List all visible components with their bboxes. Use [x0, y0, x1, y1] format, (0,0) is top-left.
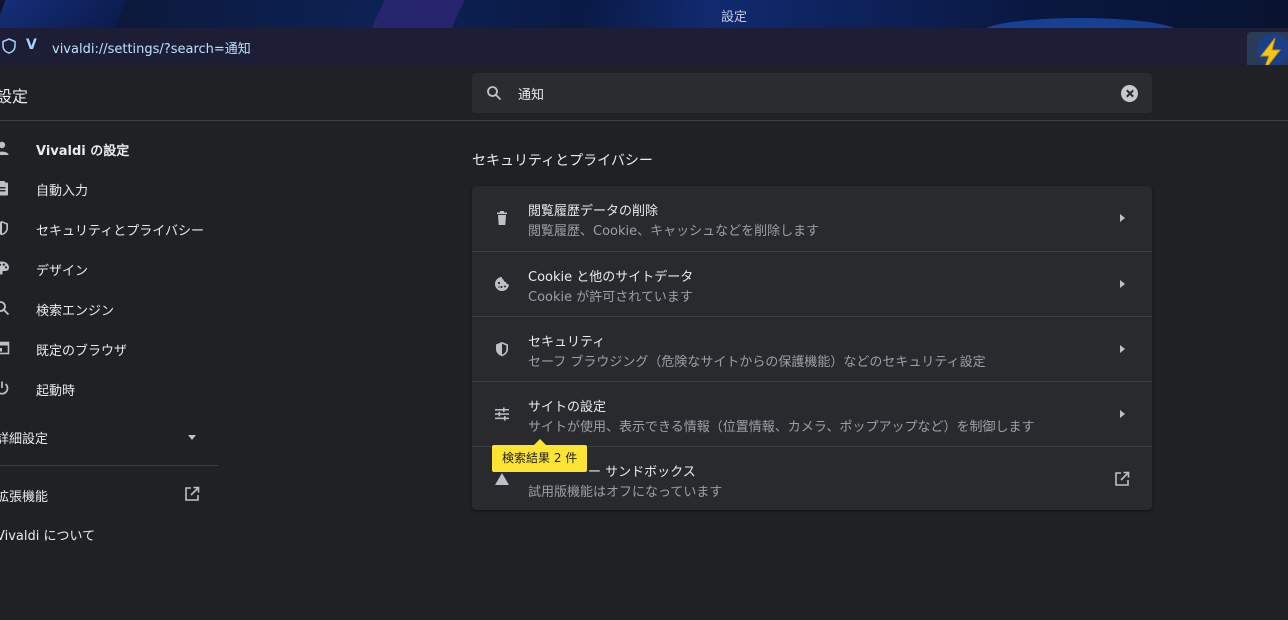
row-subtitle: サイトが使用、表示できる情報（位置情報、カメラ、ポップアップなど）を制御します	[528, 420, 1035, 435]
sidebar-item-vivaldi-settings[interactable]: Vivaldi の設定	[0, 128, 218, 168]
shield-icon	[0, 221, 8, 236]
window-title-bar: 設定	[0, 0, 1288, 28]
sidebar-item-about[interactable]: Vivaldi について	[0, 525, 95, 544]
search-results-tooltip: 検索結果 2 件	[492, 439, 588, 472]
row-title: Cookie と他のサイトデータ	[528, 270, 694, 285]
triangle-icon	[495, 473, 509, 485]
section-title: セキュリティとプライバシー	[472, 153, 653, 169]
chevron-right-icon	[1120, 214, 1125, 222]
palette-icon	[0, 261, 9, 275]
settings-sidebar: Vivaldi の設定 自動入力 セキュリティとプライバシー デザイン 検索エン…	[0, 122, 220, 620]
row-subtitle: Cookie が許可されています	[528, 290, 693, 305]
search-icon	[487, 86, 502, 101]
sidebar-item-startup[interactable]: 起動時	[0, 368, 218, 408]
site-shield-icon[interactable]	[2, 38, 16, 54]
search-input[interactable]	[518, 81, 1098, 105]
sidebar-item-label: Vivaldi の設定	[36, 144, 130, 159]
address-bar: V vivaldi://settings/?search=通知	[0, 28, 1288, 84]
sidebar-advanced-toggle[interactable]: 詳細設定	[0, 428, 48, 447]
sidebar-item-search-engine[interactable]: 検索エンジン	[0, 288, 218, 328]
settings-header: 設定	[0, 65, 1288, 121]
row-subtitle: 試用版機能はオフになっています	[528, 485, 723, 500]
sliders-icon	[495, 407, 509, 421]
sidebar-item-extensions[interactable]: 拡張機能	[0, 486, 48, 505]
vivaldi-logo-icon: V	[26, 37, 37, 53]
sidebar-divider	[0, 465, 218, 466]
page-title: 設定	[0, 87, 29, 106]
sidebar-item-autofill[interactable]: 自動入力	[0, 168, 218, 208]
open-in-new-icon[interactable]	[184, 486, 200, 502]
sidebar-item-default-browser[interactable]: 既定のブラウザ	[0, 328, 218, 368]
chevron-right-icon	[1120, 345, 1125, 353]
cookie-icon	[495, 277, 509, 291]
sidebar-item-design[interactable]: デザイン	[0, 248, 218, 288]
row-title: 閲覧履歴データの削除	[528, 204, 659, 219]
row-security[interactable]: セキュリティ セーフ ブラウジング（危険なサイトからの保護機能）などのセキュリテ…	[472, 316, 1152, 381]
row-cookies[interactable]: Cookie と他のサイトデータ Cookie が許可されています	[472, 251, 1152, 316]
sidebar-item-label: デザイン	[36, 264, 89, 279]
row-title: ー サンドボックス	[588, 465, 696, 480]
sidebar-item-label: 自動入力	[36, 184, 89, 199]
row-title: セキュリティ	[528, 335, 606, 350]
shield-icon	[496, 342, 508, 357]
person-icon	[0, 141, 9, 155]
settings-search-box[interactable]	[472, 73, 1152, 113]
url-field[interactable]: vivaldi://settings/?search=通知	[52, 38, 251, 57]
window-title: 設定	[720, 10, 747, 25]
row-subtitle: セーフ ブラウジング（危険なサイトからの保護機能）などのセキュリティ設定	[528, 355, 986, 370]
row-title: サイトの設定	[528, 400, 607, 415]
sidebar-item-label: 検索エンジン	[36, 304, 115, 319]
power-icon	[0, 381, 9, 395]
sidebar-item-label: 既定のブラウザ	[36, 344, 128, 359]
browser-window-icon	[0, 341, 10, 355]
search-icon	[0, 301, 10, 316]
chevron-right-icon	[1120, 280, 1125, 288]
chevron-down-icon[interactable]	[188, 435, 196, 440]
trash-icon	[497, 211, 507, 225]
row-subtitle: 閲覧履歴、Cookie、キャッシュなどを削除します	[528, 224, 820, 239]
row-clear-browsing-data[interactable]: 閲覧履歴データの削除 閲覧履歴、Cookie、キャッシュなどを削除します	[472, 186, 1152, 251]
clear-search-icon[interactable]	[1121, 85, 1138, 102]
row-site-settings[interactable]: サイトの設定 サイトが使用、表示できる情報（位置情報、カメラ、ポップアップなど）…	[472, 381, 1152, 446]
sidebar-item-label: セキュリティとプライバシー	[36, 224, 204, 239]
chevron-right-icon	[1120, 410, 1125, 418]
sidebar-item-label: 起動時	[36, 384, 76, 399]
open-in-new-icon[interactable]	[1114, 471, 1130, 487]
sidebar-item-security-privacy[interactable]: セキュリティとプライバシー	[0, 208, 218, 248]
clipboard-icon	[0, 181, 8, 196]
